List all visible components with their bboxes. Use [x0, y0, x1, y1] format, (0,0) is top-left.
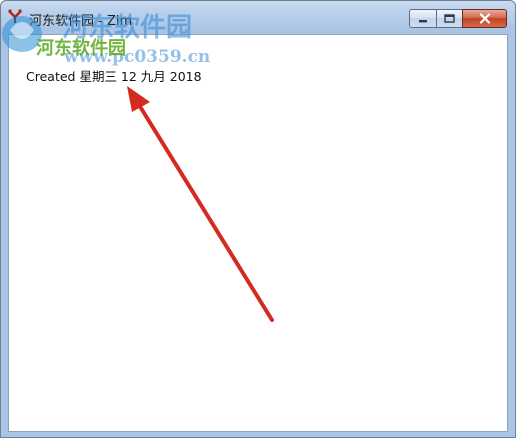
minimize-icon — [419, 19, 427, 22]
minimize-button[interactable] — [409, 9, 436, 28]
zim-window: 河东软件园 - Zim Created 星期三 12 九月 2018 — [0, 0, 516, 438]
page-view[interactable]: Created 星期三 12 九月 2018 — [8, 34, 508, 432]
zim-app-icon — [8, 9, 22, 23]
close-button[interactable] — [462, 9, 507, 28]
maximize-icon — [444, 14, 455, 23]
created-date-text: Created 星期三 12 九月 2018 — [26, 69, 202, 84]
close-icon — [479, 13, 490, 24]
window-title: 河东软件园 - Zim — [29, 14, 133, 29]
caption-buttons — [409, 9, 507, 29]
title-bar[interactable]: 河东软件园 - Zim — [1, 1, 515, 35]
maximize-button[interactable] — [436, 9, 462, 28]
